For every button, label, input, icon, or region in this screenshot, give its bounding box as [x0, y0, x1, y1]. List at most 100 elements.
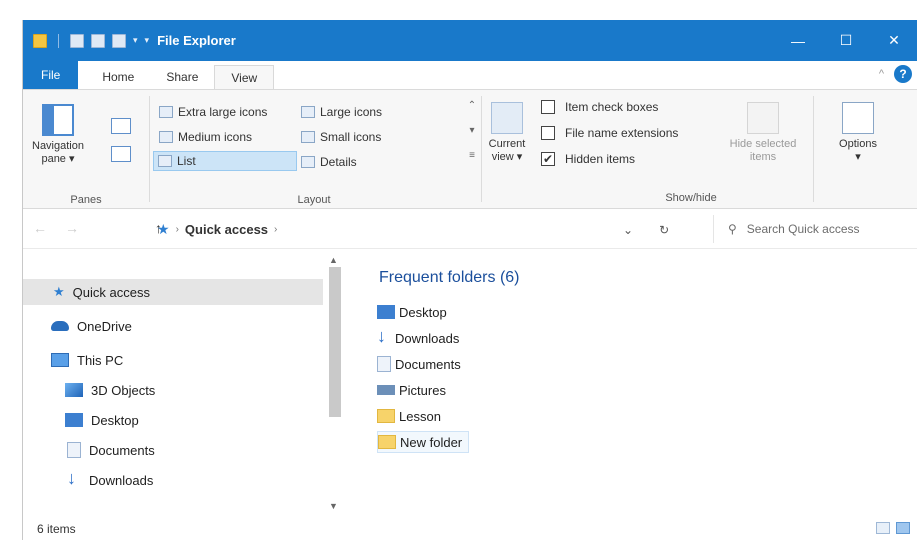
- file-name-extensions-toggle[interactable]: File name extensions: [541, 126, 678, 140]
- nav-item-this-pc[interactable]: This PC: [23, 347, 123, 373]
- help-icon[interactable]: ?: [894, 65, 912, 83]
- status-bar: 6 items: [23, 518, 917, 540]
- properties-icon[interactable]: [70, 33, 84, 48]
- hide-selected-label: Hide selected items: [729, 138, 797, 163]
- layout-item-label: Details: [320, 155, 357, 169]
- nav-item-onedrive[interactable]: OneDrive: [23, 313, 132, 339]
- nav-scrollbar[interactable]: ▲ ▼: [325, 253, 343, 515]
- nav-item-label: Downloads: [89, 472, 154, 488]
- folder-label: Documents: [395, 356, 461, 372]
- item-check-boxes-checkbox[interactable]: [541, 100, 555, 114]
- hide-selected-icon: [747, 102, 779, 134]
- search-input[interactable]: ⚲ Search Quick access: [713, 215, 917, 243]
- nav-item-label: Documents: [89, 442, 155, 458]
- current-view-button[interactable]: Current view ▾: [481, 102, 533, 164]
- folder-downloads[interactable]: Downloads: [377, 326, 465, 349]
- undo-icon[interactable]: [112, 33, 126, 48]
- folder-label: Pictures: [399, 382, 446, 398]
- download-arrow-icon: [377, 326, 391, 347]
- layout-large-icons[interactable]: Large icons: [297, 102, 386, 122]
- item-count: 6 items: [37, 522, 76, 536]
- hide-selected-items-button[interactable]: Hide selected items: [713, 102, 813, 164]
- tab-view[interactable]: View: [214, 65, 275, 89]
- frequent-folders-header[interactable]: Frequent folders (6): [379, 269, 520, 287]
- layout-details[interactable]: Details: [297, 152, 361, 172]
- nav-item-documents[interactable]: Documents: [23, 437, 155, 463]
- close-button[interactable]: ✕: [870, 20, 917, 61]
- navigation-pane: ★ Quick access OneDrive This PC 3D Objec…: [23, 253, 346, 515]
- nav-item-3d-objects[interactable]: 3D Objects: [23, 377, 155, 403]
- download-arrow-icon: [67, 468, 81, 489]
- options-label: Options ▾: [839, 138, 877, 163]
- details-view-icon[interactable]: [876, 522, 890, 534]
- desktop-icon: [65, 413, 83, 427]
- computer-icon: [51, 353, 69, 367]
- scroll-thumb[interactable]: [329, 267, 341, 417]
- nav-item-quick-access[interactable]: ★ Quick access: [23, 279, 323, 305]
- layout-gallery-scroll[interactable]: ⌃ ▾ ≡: [465, 100, 479, 161]
- panes-group: Navigation pane ▾ Panes: [23, 90, 149, 210]
- large-icons-view-icon[interactable]: [896, 522, 910, 534]
- maximize-button[interactable]: ☐: [822, 20, 870, 61]
- desktop-icon: [377, 305, 395, 319]
- checkbox-label: File name extensions: [565, 126, 679, 140]
- hidden-items-checkbox[interactable]: ✔: [541, 152, 555, 166]
- documents-icon: [377, 356, 391, 372]
- title-bar[interactable]: ▾ ▾ File Explorer — ☐ ✕: [23, 20, 917, 61]
- breadcrumb-chevron-icon[interactable]: ›: [274, 224, 277, 235]
- folder-pictures[interactable]: Pictures: [377, 379, 452, 401]
- extra-large-icons-icon: [159, 106, 173, 118]
- gallery-up-icon[interactable]: ⌃: [468, 100, 476, 111]
- tab-share[interactable]: Share: [150, 65, 214, 89]
- new-folder-icon[interactable]: [91, 33, 105, 48]
- layout-group-label: Layout: [297, 194, 331, 206]
- layout-medium-icons[interactable]: Medium icons: [155, 127, 256, 147]
- view-toggles: [876, 522, 910, 534]
- folder-lesson[interactable]: Lesson: [377, 405, 447, 427]
- forward-arrow-icon[interactable]: →: [65, 220, 79, 236]
- current-view-icon: [491, 102, 523, 134]
- folder-desktop[interactable]: Desktop: [377, 301, 453, 323]
- scroll-down-icon[interactable]: ▼: [329, 501, 338, 511]
- address-dropdown-icon[interactable]: ⌄: [623, 223, 633, 237]
- customize-qat-icon[interactable]: ▾: [145, 35, 150, 46]
- item-check-boxes-toggle[interactable]: Item check boxes: [541, 100, 658, 114]
- folder-label: New folder: [400, 434, 463, 450]
- nav-item-label: This PC: [77, 352, 124, 368]
- search-placeholder: Search Quick access: [746, 222, 860, 236]
- gallery-down-icon[interactable]: ▾: [469, 125, 474, 136]
- breadcrumb-quick-access[interactable]: Quick access: [185, 222, 268, 237]
- navigation-pane-button[interactable]: Navigation pane ▾: [29, 104, 87, 166]
- back-arrow-icon[interactable]: ←: [33, 220, 47, 236]
- documents-icon: [67, 442, 81, 458]
- options-button[interactable]: Options ▾: [823, 102, 893, 164]
- medium-icons-icon: [159, 131, 173, 143]
- nav-item-downloads[interactable]: Downloads: [23, 467, 153, 493]
- folder-new-folder[interactable]: New folder: [377, 431, 470, 453]
- breadcrumb-chevron-icon[interactable]: ›: [176, 224, 179, 235]
- group-divider: [813, 96, 814, 202]
- preview-pane-icon[interactable]: [111, 118, 131, 134]
- collapse-ribbon-icon[interactable]: ^: [879, 68, 884, 80]
- file-name-extensions-checkbox[interactable]: [541, 126, 555, 140]
- hidden-items-toggle[interactable]: ✔ Hidden items: [541, 152, 635, 166]
- gallery-expand-icon[interactable]: ≡: [469, 150, 475, 161]
- folder-documents[interactable]: Documents: [377, 353, 467, 375]
- minimize-button[interactable]: —: [774, 20, 822, 61]
- layout-extra-large-icons[interactable]: Extra large icons: [155, 102, 271, 122]
- refresh-icon[interactable]: ↻: [659, 223, 669, 237]
- small-icons-icon: [301, 131, 315, 143]
- tab-file[interactable]: File: [23, 61, 79, 89]
- folder-label: Downloads: [395, 330, 460, 346]
- window-controls: — ☐ ✕: [774, 20, 917, 61]
- nav-item-desktop[interactable]: Desktop: [23, 407, 139, 433]
- star-icon: ★: [53, 284, 65, 299]
- layout-small-icons[interactable]: Small icons: [297, 127, 385, 147]
- folder-icon: [33, 33, 47, 48]
- qat-dropdown-icon[interactable]: ▾: [133, 35, 138, 46]
- tab-home[interactable]: Home: [86, 65, 150, 89]
- layout-list[interactable]: List: [153, 151, 297, 171]
- file-explorer-window: ▾ ▾ File Explorer — ☐ ✕ File Home Share …: [22, 20, 917, 540]
- details-pane-icon[interactable]: [111, 146, 131, 162]
- scroll-up-icon[interactable]: ▲: [329, 255, 338, 265]
